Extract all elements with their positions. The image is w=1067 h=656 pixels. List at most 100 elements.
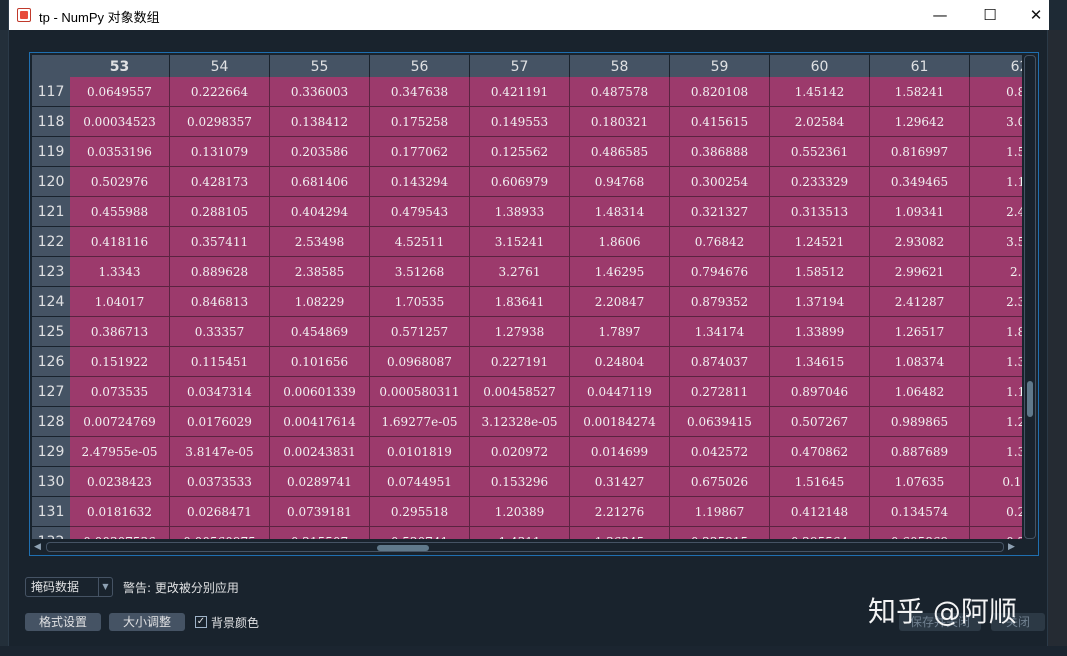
table-cell[interactable]: 0.85 <box>970 77 1022 107</box>
table-cell[interactable]: 1.8606 <box>570 227 670 257</box>
table-cell[interactable]: 1.10 <box>970 377 1022 407</box>
column-header[interactable]: 59 <box>670 55 770 77</box>
table-cell[interactable]: 3.8147e-05 <box>170 437 270 467</box>
table-cell[interactable]: 0.00243831 <box>270 437 370 467</box>
row-header[interactable]: 119 <box>32 137 70 167</box>
table-cell[interactable]: 0.180321 <box>570 107 670 137</box>
table-cell[interactable]: 1.07635 <box>870 467 970 497</box>
table-cell[interactable]: 0.215507 <box>270 527 370 539</box>
table-cell[interactable]: 0.479543 <box>370 197 470 227</box>
table-cell[interactable]: 0.0744951 <box>370 467 470 497</box>
table-cell[interactable]: 1.34 <box>970 347 1022 377</box>
table-cell[interactable]: 0.00417614 <box>270 407 370 437</box>
table-cell[interactable]: 0.76842 <box>670 227 770 257</box>
table-cell[interactable]: 0.00184274 <box>570 407 670 437</box>
table-cell[interactable]: 1.58512 <box>770 257 870 287</box>
table-cell[interactable]: 2.21276 <box>570 497 670 527</box>
chevron-down-icon[interactable]: ▼ <box>98 578 112 596</box>
table-cell[interactable]: 0.0298357 <box>170 107 270 137</box>
table-cell[interactable]: 2.02584 <box>770 107 870 137</box>
column-header[interactable]: 54 <box>170 55 270 77</box>
table-cell[interactable]: 1.46295 <box>570 257 670 287</box>
table-cell[interactable]: 0.336003 <box>270 77 370 107</box>
table-cell[interactable]: 0.321327 <box>670 197 770 227</box>
table-cell[interactable]: 0.24804 <box>570 347 670 377</box>
table-cell[interactable]: 1.33899 <box>770 317 870 347</box>
table-cell[interactable]: 0.138412 <box>270 107 370 137</box>
table-cell[interactable]: 0.897046 <box>770 377 870 407</box>
table-cell[interactable]: 1.83641 <box>470 287 570 317</box>
table-cell[interactable]: 0.125562 <box>470 137 570 167</box>
table-cell[interactable]: 2.38585 <box>270 257 370 287</box>
table-cell[interactable]: 0.101656 <box>270 347 370 377</box>
table-cell[interactable]: 1.4311 <box>470 527 570 539</box>
close-window-button[interactable]: ✕ <box>1013 0 1059 30</box>
table-cell[interactable]: 0.0639415 <box>670 407 770 437</box>
table-cell[interactable]: 0.295518 <box>370 497 470 527</box>
table-cell[interactable]: 0.313513 <box>770 197 870 227</box>
table-cell[interactable]: 0.404294 <box>270 197 370 227</box>
table-cell[interactable]: 0.0649557 <box>70 77 170 107</box>
row-header[interactable]: 124 <box>32 287 70 317</box>
table-cell[interactable]: 3.2761 <box>470 257 570 287</box>
table-cell[interactable]: 0.0347314 <box>170 377 270 407</box>
row-header[interactable]: 121 <box>32 197 70 227</box>
table-cell[interactable]: 0.552361 <box>770 137 870 167</box>
table-cell[interactable]: 3.15241 <box>470 227 570 257</box>
table-cell[interactable]: 1.06482 <box>870 377 970 407</box>
row-header[interactable]: 118 <box>32 107 70 137</box>
table-cell[interactable]: 0.153296 <box>470 467 570 497</box>
horizontal-scrollbar[interactable]: ◀ ▶ <box>32 541 1022 553</box>
table-cell[interactable]: 0.33357 <box>170 317 270 347</box>
table-cell[interactable]: 0.889628 <box>170 257 270 287</box>
table-cell[interactable]: 0.00034523 <box>70 107 170 137</box>
table-cell[interactable]: 0.0447119 <box>570 377 670 407</box>
row-header[interactable]: 126 <box>32 347 70 377</box>
table-cell[interactable]: 0.0176029 <box>170 407 270 437</box>
table-cell[interactable]: 1.09341 <box>870 197 970 227</box>
table-cell[interactable]: 0.94768 <box>570 167 670 197</box>
table-cell[interactable]: 3.51268 <box>370 257 470 287</box>
table-cell[interactable]: 0.418116 <box>70 227 170 257</box>
table-cell[interactable]: 1.58241 <box>870 77 970 107</box>
table-cell[interactable]: 0.0739181 <box>270 497 370 527</box>
table-cell[interactable]: 1.36 <box>970 437 1022 467</box>
table-cell[interactable]: 0.386713 <box>70 317 170 347</box>
scroll-left-arrow-icon[interactable]: ◀ <box>34 541 44 553</box>
table-cell[interactable]: 0.00601339 <box>270 377 370 407</box>
table-cell[interactable]: 0.606979 <box>470 167 570 197</box>
table-cell[interactable]: 2.8 <box>970 257 1022 287</box>
table-cell[interactable]: 0.151922 <box>70 347 170 377</box>
row-header[interactable]: 125 <box>32 317 70 347</box>
table-cell[interactable]: 1.3343 <box>70 257 170 287</box>
table-cell[interactable]: 0.874037 <box>670 347 770 377</box>
resize-button[interactable]: 大小调整 <box>109 613 185 631</box>
table-cell[interactable]: 1.48314 <box>570 197 670 227</box>
table-cell[interactable]: 0.454869 <box>270 317 370 347</box>
table-cell[interactable]: 1.26517 <box>870 317 970 347</box>
table-cell[interactable]: 0.794676 <box>670 257 770 287</box>
table-cell[interactable]: 1.13 <box>970 167 1022 197</box>
table-cell[interactable]: 4.52511 <box>370 227 470 257</box>
table-cell[interactable]: 0.225915 <box>670 527 770 539</box>
table-cell[interactable]: 0.0968087 <box>370 347 470 377</box>
table-cell[interactable]: 0.020972 <box>470 437 570 467</box>
column-header[interactable]: 57 <box>470 55 570 77</box>
table-cell[interactable]: 0.412148 <box>770 497 870 527</box>
table-cell[interactable]: 0.487578 <box>570 77 670 107</box>
title-bar[interactable]: tp - NumPy 对象数组 — ☐ ✕ <box>9 0 1049 30</box>
table-cell[interactable]: 0.502976 <box>70 167 170 197</box>
table-cell[interactable]: 0.415615 <box>670 107 770 137</box>
table-cell[interactable]: 2.35 <box>970 287 1022 317</box>
table-cell[interactable]: 0.357411 <box>170 227 270 257</box>
table-cell[interactable]: 0.00560975 <box>170 527 270 539</box>
table-cell[interactable]: 0.073535 <box>70 377 170 407</box>
column-header[interactable]: 60 <box>770 55 870 77</box>
table-cell[interactable]: 0.295564 <box>770 527 870 539</box>
scroll-right-arrow-icon[interactable]: ▶ <box>1008 541 1018 553</box>
table-cell[interactable]: 0.455988 <box>70 197 170 227</box>
table-cell[interactable]: 1.54 <box>970 137 1022 167</box>
table-cell[interactable]: 0.26 <box>970 497 1022 527</box>
table-cell[interactable]: 0.571257 <box>370 317 470 347</box>
table-cell[interactable]: 2.93082 <box>870 227 970 257</box>
